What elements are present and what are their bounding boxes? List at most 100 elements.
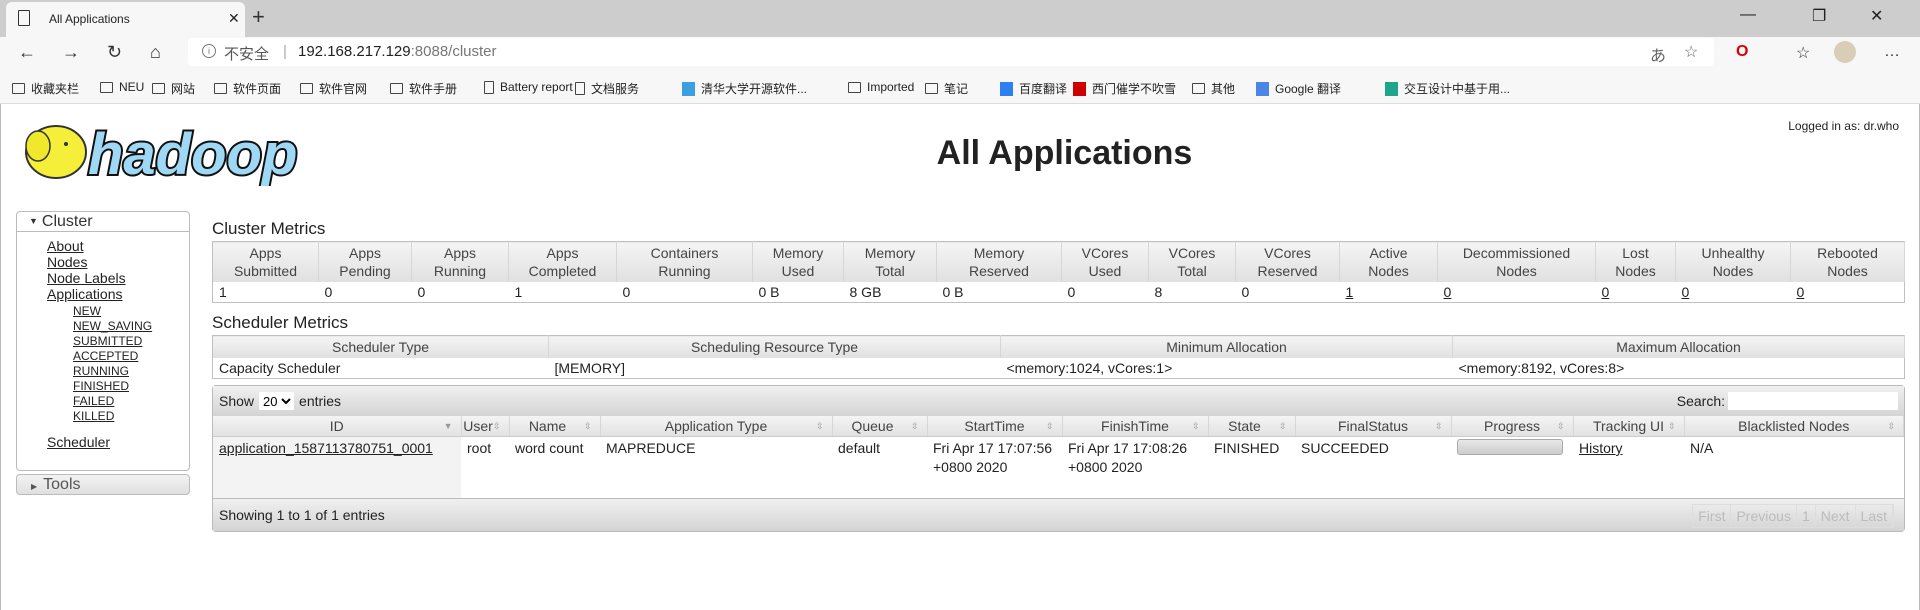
metric-value: 1 [219, 284, 227, 300]
metric-link[interactable]: 0 [1444, 284, 1452, 300]
window-close-icon[interactable]: ✕ [1870, 6, 1883, 26]
bookmark-item[interactable]: 清华大学开源软件... [682, 80, 807, 97]
column-header-blacklisted-nodes[interactable]: Blacklisted Nodes ⇳ [1684, 416, 1904, 437]
translate-icon[interactable]: あ [1650, 42, 1666, 66]
sidebar-link-state-failed[interactable]: FAILED [73, 394, 189, 409]
new-tab-icon[interactable]: + [252, 4, 265, 30]
cell-start: Fri Apr 17 17:07:56 +0800 2020 [933, 440, 1053, 475]
column-header-id[interactable]: ID ▼ [213, 416, 462, 437]
minimize-icon[interactable]: — [1740, 6, 1756, 24]
metric-link[interactable]: 0 [1682, 284, 1690, 300]
applications-table: ID ▼ User ⇳ Name ⇳ Application Type ⇳ Queue ⇳ Star… [213, 416, 1904, 498]
sidebar-link-scheduler[interactable]: Scheduler [47, 434, 189, 450]
search-input[interactable] [1728, 392, 1898, 410]
column-header-progress[interactable]: Progress ⇳ [1451, 416, 1574, 437]
bookmark-item[interactable]: 网站 [152, 80, 195, 97]
folder-icon [100, 81, 113, 93]
sidebar-link-state-new[interactable]: NEW [73, 304, 189, 319]
sort-icon: ⇳ [1667, 421, 1676, 431]
metric-value: 0 [417, 284, 426, 300]
sidebar-link-applications[interactable]: Applications [47, 286, 189, 302]
metric-link[interactable]: 1 [1346, 284, 1354, 300]
column-header-queue[interactable]: Queue ⇳ [832, 416, 928, 437]
application-id-link[interactable]: application_1587113780751_0001 [219, 440, 433, 456]
sidebar-link-state-running[interactable]: RUNNING [73, 364, 189, 379]
bookmark-item[interactable]: 软件手册 [390, 80, 457, 97]
cluster-metric-header: Apps Completed [508, 241, 617, 282]
cluster-metric-header: Rebooted Nodes [1790, 241, 1905, 282]
bookmark-item[interactable]: 软件页面 [214, 80, 281, 97]
sidebar-link-nodes[interactable]: Nodes [47, 254, 189, 270]
pagination: First Previous 1 Next Last [1692, 503, 1894, 528]
address-bar[interactable]: i 不安全 | 192.168.217.129:8088/cluster あ ☆ [188, 38, 1714, 66]
cell-state: FINISHED [1214, 440, 1280, 456]
bookmark-item[interactable]: Imported [848, 80, 914, 94]
bookmark-item[interactable]: 其他 [1192, 80, 1235, 97]
favorites-icon[interactable]: ☆ [1796, 43, 1810, 63]
metric-value: 0 [1241, 284, 1250, 300]
sort-icon: ⇳ [1045, 421, 1054, 431]
bookmark-item[interactable]: 百度翻译 [1000, 80, 1067, 97]
tracking-history-link[interactable]: History [1579, 440, 1623, 456]
profile-avatar[interactable] [1834, 41, 1856, 63]
table-row: application_1587113780751_0001 root word c… [213, 436, 1904, 498]
pager-last[interactable]: Last [1856, 504, 1893, 527]
pager-previous[interactable]: Previous [1731, 504, 1797, 527]
refresh-icon[interactable]: ↻ [107, 42, 122, 63]
home-icon[interactable]: ⌂ [150, 42, 161, 63]
info-icon[interactable]: i [202, 44, 216, 58]
page-size-select[interactable]: 20 [259, 392, 295, 410]
sidebar-link-state-accepted[interactable]: ACCEPTED [73, 349, 189, 364]
metric-value: 8 GB [849, 284, 882, 300]
column-header-finalstatus[interactable]: FinalStatus ⇳ [1295, 416, 1452, 437]
sort-icon: ⇳ [1887, 421, 1895, 431]
sidebar-link-state-killed[interactable]: KILLED [73, 409, 189, 424]
search-label: Search: [1676, 393, 1725, 409]
pager-first[interactable]: First [1693, 504, 1732, 527]
google-translate-icon [1256, 81, 1269, 96]
bookmark-item[interactable]: 软件官网 [300, 80, 367, 97]
forward-icon[interactable]: → [62, 42, 80, 63]
more-icon[interactable]: … [1884, 43, 1900, 61]
column-header-application-type[interactable]: Application Type ⇳ [600, 416, 833, 437]
back-icon[interactable]: ← [18, 42, 36, 63]
bookmark-item[interactable]: Google 翻译 [1256, 80, 1341, 97]
sidebar-link-node-labels[interactable]: Node Labels [47, 270, 189, 286]
metric-link[interactable]: 0 [1797, 284, 1805, 300]
pager-1[interactable]: 1 [1797, 504, 1816, 527]
folder-icon [300, 83, 313, 94]
cluster-metric-header: Unhealthy Nodes [1675, 241, 1791, 282]
bookmark-item[interactable]: Battery report [484, 80, 573, 94]
bookmark-item[interactable]: 收藏夹栏 [12, 80, 79, 97]
cluster-section-toggle[interactable]: ▼ Cluster [17, 212, 189, 232]
browser-tab[interactable]: All Applications ✕ [6, 2, 245, 37]
logged-in-user: Logged in as: dr.who [1788, 119, 1899, 133]
bookmark-item[interactable]: 西门催学不吹雪 [1073, 80, 1176, 97]
favorite-star-icon[interactable]: ☆ [1684, 42, 1698, 62]
page-icon [484, 80, 494, 94]
column-header-finishtime[interactable]: FinishTime ⇳ [1062, 416, 1209, 437]
column-header-starttime[interactable]: StartTime ⇳ [927, 416, 1063, 437]
close-tab-icon[interactable]: ✕ [228, 10, 240, 27]
pager-next[interactable]: Next [1816, 504, 1856, 527]
sidebar-link-state-new_saving[interactable]: NEW_SAVING [73, 319, 189, 334]
cell-user: root [467, 440, 492, 456]
column-header-tracking-ui[interactable]: Tracking UI ⇳ [1573, 416, 1685, 437]
tools-section-toggle[interactable]: ▶ Tools [16, 474, 190, 495]
sidebar-link-state-submitted[interactable]: SUBMITTED [73, 334, 189, 349]
restore-icon[interactable]: ❐ [1812, 6, 1826, 26]
metric-link[interactable]: 0 [1602, 284, 1610, 300]
bookmark-item[interactable]: 交互设计中基于用... [1385, 80, 1510, 97]
sidebar-link-about[interactable]: About [47, 238, 189, 254]
opera-extension-icon[interactable]: O [1736, 43, 1748, 61]
bookmark-item[interactable]: 笔记 [925, 80, 968, 97]
folder-icon [1192, 83, 1205, 94]
bookmark-item[interactable]: 文档服务 [575, 80, 639, 97]
sidebar-link-state-finished[interactable]: FINISHED [73, 379, 189, 394]
bookmark-item[interactable]: NEU [100, 80, 144, 94]
sort-icon: ⇳ [910, 421, 919, 431]
scheduler-metric-value: <memory:8192, vCores:8> [1458, 360, 1625, 376]
column-header-user[interactable]: User ⇳ [461, 416, 510, 437]
column-header-state[interactable]: State ⇳ [1208, 416, 1296, 437]
column-header-name[interactable]: Name ⇳ [509, 416, 601, 437]
